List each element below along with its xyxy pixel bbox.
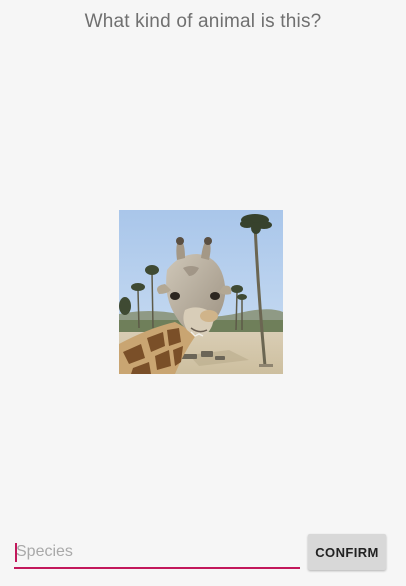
species-input[interactable] bbox=[14, 538, 302, 566]
text-cursor bbox=[15, 543, 17, 562]
species-field[interactable] bbox=[14, 538, 302, 569]
animal-photo bbox=[119, 210, 283, 374]
confirm-button[interactable]: CONFIRM bbox=[308, 534, 386, 570]
question-text: What kind of animal is this? bbox=[84, 11, 322, 32]
input-underline bbox=[14, 567, 300, 569]
quiz-screen: What kind of animal is this? Species CON… bbox=[0, 0, 406, 586]
